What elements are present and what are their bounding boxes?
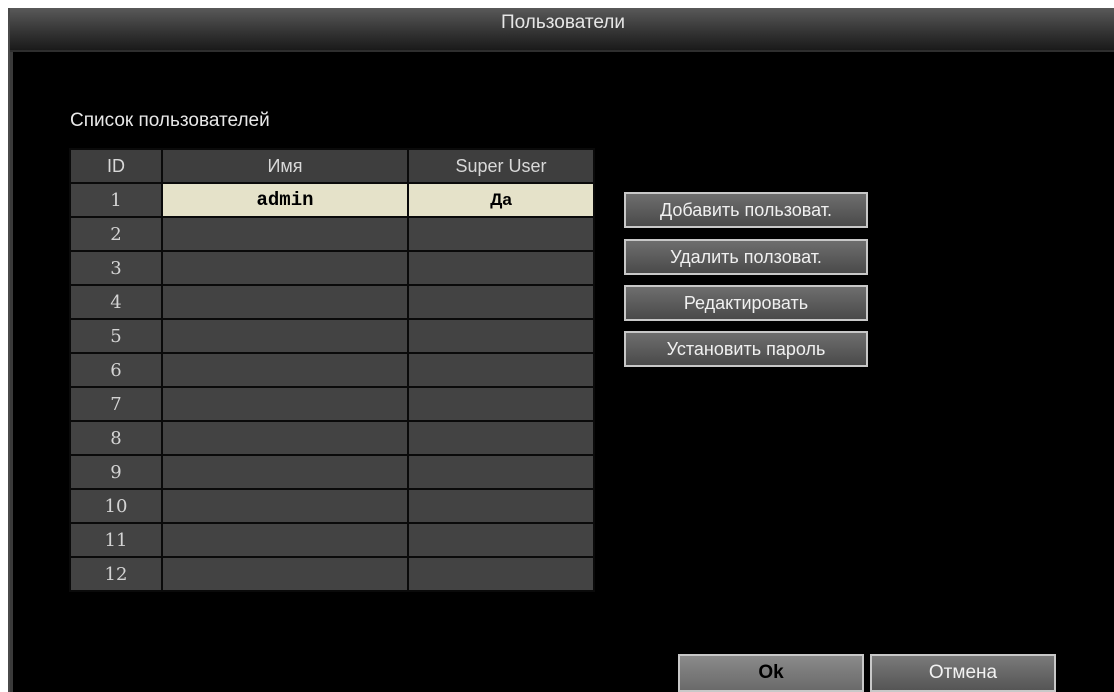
row-id: 8 bbox=[69, 420, 163, 456]
row-name[interactable] bbox=[161, 420, 409, 456]
row-name[interactable] bbox=[161, 556, 409, 592]
row-super-user[interactable] bbox=[407, 522, 595, 558]
table-row[interactable]: 2 bbox=[69, 216, 595, 252]
user-list-label: Список пользователей bbox=[70, 110, 270, 131]
row-super-user[interactable] bbox=[407, 216, 595, 252]
table-row[interactable]: 9 bbox=[69, 454, 595, 490]
ok-button[interactable]: Ok bbox=[678, 654, 864, 692]
table-row[interactable]: 1 admin Да bbox=[69, 182, 595, 218]
row-id: 2 bbox=[69, 216, 163, 252]
table-row[interactable]: 12 bbox=[69, 556, 595, 592]
row-name[interactable] bbox=[161, 386, 409, 422]
dialog-title: Пользователи bbox=[500, 12, 625, 33]
set-password-button[interactable]: Установить пароль bbox=[624, 331, 868, 367]
row-name[interactable] bbox=[161, 284, 409, 320]
row-super-user[interactable] bbox=[407, 284, 595, 320]
row-id: 11 bbox=[69, 522, 163, 558]
column-header-name: Имя bbox=[161, 148, 409, 184]
row-id: 5 bbox=[69, 318, 163, 354]
row-id: 1 bbox=[69, 182, 163, 218]
table-row[interactable]: 8 bbox=[69, 420, 595, 456]
table-row[interactable]: 4 bbox=[69, 284, 595, 320]
table-row[interactable]: 5 bbox=[69, 318, 595, 354]
row-id: 12 bbox=[69, 556, 163, 592]
row-id: 3 bbox=[69, 250, 163, 286]
row-id: 9 bbox=[69, 454, 163, 490]
row-id: 10 bbox=[69, 488, 163, 524]
row-name[interactable] bbox=[161, 352, 409, 388]
row-super-user[interactable] bbox=[407, 488, 595, 524]
row-super-user[interactable] bbox=[407, 386, 595, 422]
table-row[interactable]: 3 bbox=[69, 250, 595, 286]
row-name[interactable] bbox=[161, 318, 409, 354]
add-user-button[interactable]: Добавить пользоват. bbox=[624, 192, 868, 228]
table-row[interactable]: 10 bbox=[69, 488, 595, 524]
row-super-user[interactable]: Да bbox=[407, 182, 595, 218]
table-header-row: ID Имя Super User bbox=[69, 148, 595, 184]
row-super-user[interactable] bbox=[407, 318, 595, 354]
row-super-user[interactable] bbox=[407, 352, 595, 388]
edit-user-button[interactable]: Редактировать bbox=[624, 285, 868, 321]
row-name[interactable] bbox=[161, 454, 409, 490]
row-name[interactable] bbox=[161, 216, 409, 252]
row-id: 6 bbox=[69, 352, 163, 388]
row-super-user[interactable] bbox=[407, 454, 595, 490]
row-name[interactable]: admin bbox=[161, 182, 409, 218]
table-row[interactable]: 6 bbox=[69, 352, 595, 388]
table-row[interactable]: 7 bbox=[69, 386, 595, 422]
row-name[interactable] bbox=[161, 488, 409, 524]
column-header-super-user: Super User bbox=[407, 148, 595, 184]
row-id: 7 bbox=[69, 386, 163, 422]
row-name[interactable] bbox=[161, 522, 409, 558]
row-super-user[interactable] bbox=[407, 250, 595, 286]
dialog-body: Список пользователей ID Имя Super User 1… bbox=[10, 52, 1114, 692]
row-id: 4 bbox=[69, 284, 163, 320]
users-table: ID Имя Super User 1 admin Да 2 3 4 5 6 7… bbox=[69, 148, 595, 592]
users-dialog: Пользователи Список пользователей ID Имя… bbox=[8, 8, 1114, 692]
delete-user-button[interactable]: Удалить ползоват. bbox=[624, 239, 868, 275]
row-name[interactable] bbox=[161, 250, 409, 286]
cancel-button[interactable]: Отмена bbox=[870, 654, 1056, 692]
title-bar: Пользователи bbox=[10, 8, 1114, 52]
row-super-user[interactable] bbox=[407, 420, 595, 456]
table-row[interactable]: 11 bbox=[69, 522, 595, 558]
column-header-id: ID bbox=[69, 148, 163, 184]
row-super-user[interactable] bbox=[407, 556, 595, 592]
